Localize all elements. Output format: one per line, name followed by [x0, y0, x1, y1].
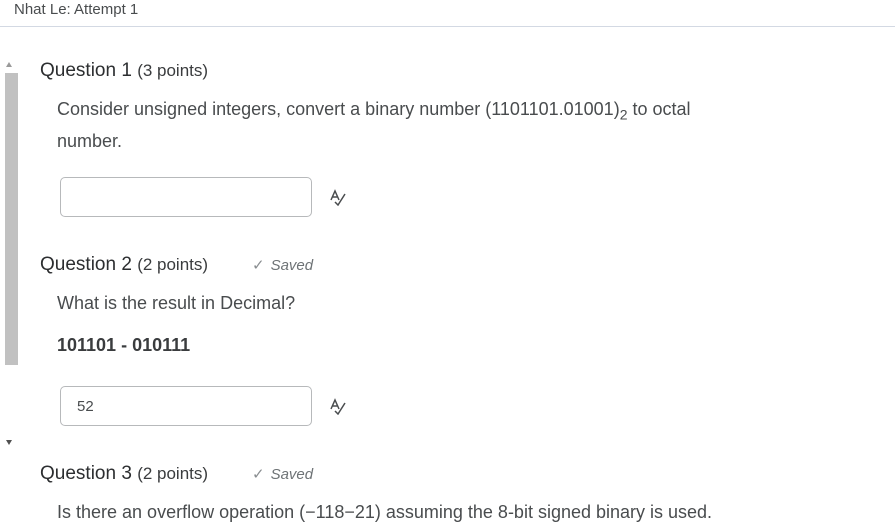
- scrollbar[interactable]: [0, 58, 22, 450]
- attempt-title: Nhat Le: Attempt 1: [14, 1, 139, 18]
- checkmark-icon: ✓: [252, 257, 265, 274]
- question-2-saved-status: ✓ Saved: [252, 256, 313, 274]
- question-3-saved-label: Saved: [270, 466, 314, 483]
- question-3-points: (2 points): [137, 464, 209, 483]
- question-2-expression: 101101 - 010111: [57, 335, 191, 355]
- question-1-text-main: Consider unsigned integers, convert a bi…: [57, 99, 620, 119]
- question-2-header: Question 2 (2 points): [40, 254, 208, 276]
- spellcheck-icon[interactable]: [329, 188, 347, 206]
- question-3-text: Is there an overflow operation (−118−21)…: [57, 502, 713, 522]
- question-1-title: Question 1: [40, 60, 132, 81]
- question-1-text-tail: to octal: [627, 99, 691, 119]
- question-1-answer-input[interactable]: [60, 177, 312, 217]
- scroll-thumb[interactable]: [5, 73, 18, 365]
- question-1-text: Consider unsigned integers, convert a bi…: [57, 96, 691, 154]
- scroll-down-arrow-icon[interactable]: [6, 440, 12, 445]
- question-3-header: Question 3 (2 points): [40, 463, 208, 485]
- question-1-text-line2: number.: [57, 130, 123, 151]
- top-bar: Nhat Le: Attempt 1: [0, 0, 895, 27]
- question-3-saved-status: ✓ Saved: [252, 465, 313, 483]
- question-2-points: (2 points): [137, 255, 209, 274]
- question-2-saved-label: Saved: [270, 257, 314, 274]
- question-2-text: What is the result in Decimal?: [57, 293, 296, 313]
- question-2-title: Question 2: [40, 254, 132, 275]
- checkmark-icon: ✓: [252, 466, 265, 483]
- question-2-answer-input[interactable]: [60, 386, 312, 426]
- spellcheck-icon[interactable]: [329, 397, 347, 415]
- scroll-up-arrow-icon[interactable]: [6, 62, 12, 67]
- question-1-points: (3 points): [137, 61, 209, 80]
- question-3-title: Question 3: [40, 463, 132, 484]
- question-1-header: Question 1 (3 points): [40, 60, 208, 82]
